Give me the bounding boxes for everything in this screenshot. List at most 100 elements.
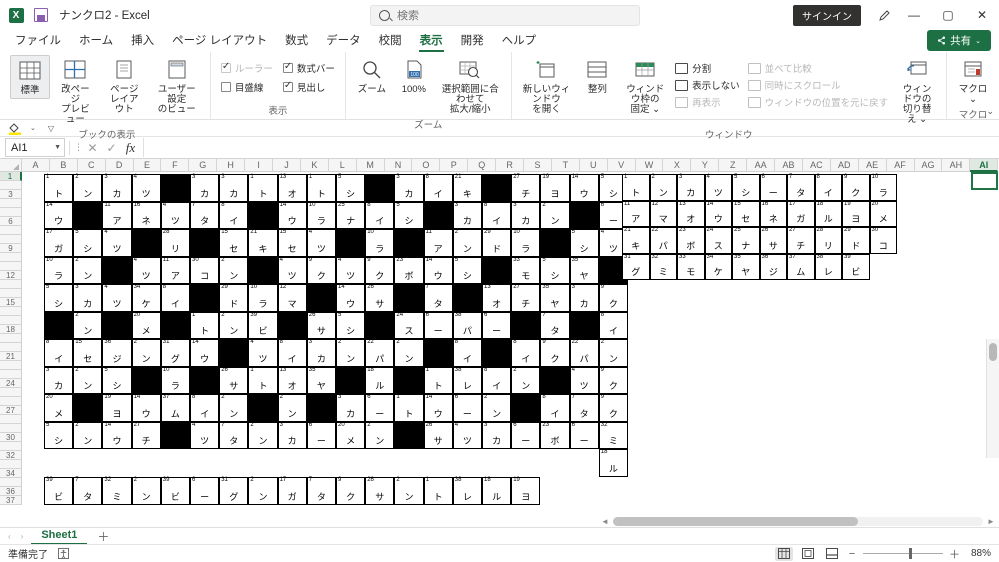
row-header-37[interactable]: 37 — [0, 496, 22, 505]
puzzle-cell[interactable]: 3カ — [452, 201, 482, 229]
column-header-x[interactable]: X — [663, 159, 692, 172]
puzzle-cell[interactable]: 8イ — [540, 394, 570, 422]
row-header-19[interactable] — [0, 334, 22, 343]
puzzle-cell[interactable]: 26 サ — [365, 284, 395, 312]
answer-strip-cell[interactable]: 2ン — [131, 477, 161, 505]
row-header-28[interactable] — [0, 415, 22, 424]
puzzle-cell[interactable] — [73, 201, 103, 229]
puzzle-cell[interactable]: 35 ヤ — [306, 366, 336, 394]
puzzle-cell[interactable]: 2ン — [540, 201, 570, 229]
legend-cell[interactable]: 26 サ — [759, 227, 787, 254]
puzzle-cell[interactable]: 38 レ — [452, 366, 482, 394]
tab-file[interactable]: ファイル — [6, 30, 70, 52]
legend-cell[interactable]: 9ク — [842, 174, 870, 201]
puzzle-cell[interactable]: 2ン — [219, 256, 249, 284]
puzzle-cell[interactable]: 5シ — [452, 256, 482, 284]
page-layout-view-button[interactable] — [799, 547, 817, 561]
puzzle-cell[interactable]: 4ツ — [569, 366, 599, 394]
tab-home[interactable]: ホーム — [70, 30, 122, 52]
row-header-2[interactable] — [0, 181, 22, 190]
legend-cell[interactable]: 20 メ — [869, 200, 897, 227]
row-header-18[interactable]: 18 — [0, 325, 22, 334]
puzzle-cell[interactable] — [190, 229, 220, 257]
puzzle-cell[interactable]: 2ン — [131, 339, 161, 367]
legend-cell[interactable]: 12 マ — [649, 200, 677, 227]
puzzle-cell[interactable]: 15 セ — [73, 339, 103, 367]
puzzle-cell[interactable] — [423, 201, 453, 229]
puzzle-cell[interactable]: 14 ウ — [131, 394, 161, 422]
puzzle-cell[interactable] — [277, 311, 307, 339]
row-header-12[interactable]: 12 — [0, 271, 22, 280]
puzzle-cell[interactable] — [190, 366, 220, 394]
puzzle-cell[interactable] — [102, 311, 132, 339]
row-header-32[interactable]: 32 — [0, 451, 22, 460]
column-header-ah[interactable]: AH — [942, 159, 971, 172]
puzzle-cell[interactable]: 14 ウ — [423, 394, 453, 422]
answer-strip-cell[interactable]: 18 ル — [482, 477, 512, 505]
share-button[interactable]: 共有 ⌄ — [927, 30, 991, 51]
puzzle-cell[interactable]: 13 オ — [482, 284, 512, 312]
column-header-m[interactable]: M — [356, 159, 385, 172]
row-header-6[interactable]: 6 — [0, 217, 22, 226]
normal-view-button[interactable] — [775, 546, 793, 561]
puzzle-cell[interactable]: 1ト — [306, 174, 336, 202]
puzzle-cell[interactable]: 2ン — [336, 339, 366, 367]
column-header-c[interactable]: C — [77, 159, 106, 172]
tab-page-layout[interactable]: ページ レイアウト — [163, 30, 276, 52]
puzzle-cell[interactable]: 5シ — [540, 256, 570, 284]
zoom-100-button[interactable]: 100 100% — [394, 55, 434, 97]
tab-view[interactable]: 表示 — [411, 30, 452, 52]
column-header-a[interactable]: A — [22, 159, 50, 172]
answer-strip-cell[interactable]: 1ト — [423, 477, 453, 505]
puzzle-cell[interactable]: 2ン — [73, 174, 103, 202]
puzzle-cell[interactable]: 9ク — [598, 394, 628, 422]
tab-data[interactable]: データ — [317, 30, 370, 52]
puzzle-cell[interactable]: 1ト — [248, 174, 278, 202]
column-header-ag[interactable]: AG — [914, 159, 943, 172]
column-header-ab[interactable]: AB — [775, 159, 803, 172]
legend-cell[interactable]: 17 ガ — [787, 200, 815, 227]
legend-cell[interactable]: 21 キ — [622, 227, 650, 254]
row-header-31[interactable] — [0, 442, 22, 451]
column-header-y[interactable]: Y — [691, 159, 720, 172]
puzzle-cell[interactable]: 9ク — [540, 339, 570, 367]
puzzle-cell[interactable]: 10 ラ — [365, 229, 395, 257]
column-header-ac[interactable]: AC — [802, 159, 831, 172]
gridlines-checkbox-icon[interactable] — [220, 82, 231, 92]
puzzle-cell[interactable]: 9ク — [365, 256, 395, 284]
legend-cell[interactable]: 34 ケ — [704, 253, 732, 280]
puzzle-cell[interactable]: 29 ド — [219, 284, 249, 312]
puzzle-cell[interactable] — [73, 394, 103, 422]
puzzle-cell[interactable]: 26 サ — [219, 366, 249, 394]
search-input[interactable] — [397, 9, 597, 22]
legend-cell[interactable]: 31 グ — [622, 253, 650, 280]
puzzle-cell[interactable] — [365, 311, 395, 339]
puzzle-cell[interactable]: 3カ — [44, 366, 74, 394]
puzzle-cell[interactable] — [452, 284, 482, 312]
puzzle-cell[interactable]: 10 ラ — [44, 256, 74, 284]
tab-help[interactable]: ヘルプ — [493, 30, 546, 52]
legend-cell[interactable]: 2ン — [649, 174, 677, 201]
horizontal-scrollbar[interactable] — [613, 517, 983, 526]
puzzle-cell[interactable]: 26 サ — [306, 311, 336, 339]
name-box-caret-icon[interactable]: ▼ — [54, 144, 61, 151]
puzzle-cell[interactable] — [482, 174, 512, 202]
arrange-all-button[interactable]: 整列 — [577, 55, 617, 97]
puzzle-cell[interactable]: 26 サ — [423, 421, 453, 449]
puzzle-cell[interactable]: 4ツ — [131, 174, 161, 202]
puzzle-cell[interactable] — [219, 339, 249, 367]
puzzle-cell[interactable]: 3カ — [277, 421, 307, 449]
answer-strip-cell[interactable]: 38 レ — [452, 477, 482, 505]
puzzle-cell[interactable]: 3カ — [102, 174, 132, 202]
legend-cell[interactable]: 13 オ — [677, 200, 705, 227]
puzzle-cell[interactable]: 1ト — [423, 366, 453, 394]
row-header-7[interactable] — [0, 226, 22, 235]
column-header-j[interactable]: J — [273, 159, 301, 172]
row-header-14[interactable] — [0, 289, 22, 298]
puzzle-cell[interactable] — [569, 311, 599, 339]
puzzle-cell[interactable]: 3カ — [511, 201, 541, 229]
puzzle-cell[interactable]: 21 キ — [248, 229, 278, 257]
row-header-10[interactable] — [0, 253, 22, 262]
puzzle-cell[interactable] — [306, 394, 336, 422]
legend-cell[interactable]: 39 ビ — [842, 253, 870, 280]
